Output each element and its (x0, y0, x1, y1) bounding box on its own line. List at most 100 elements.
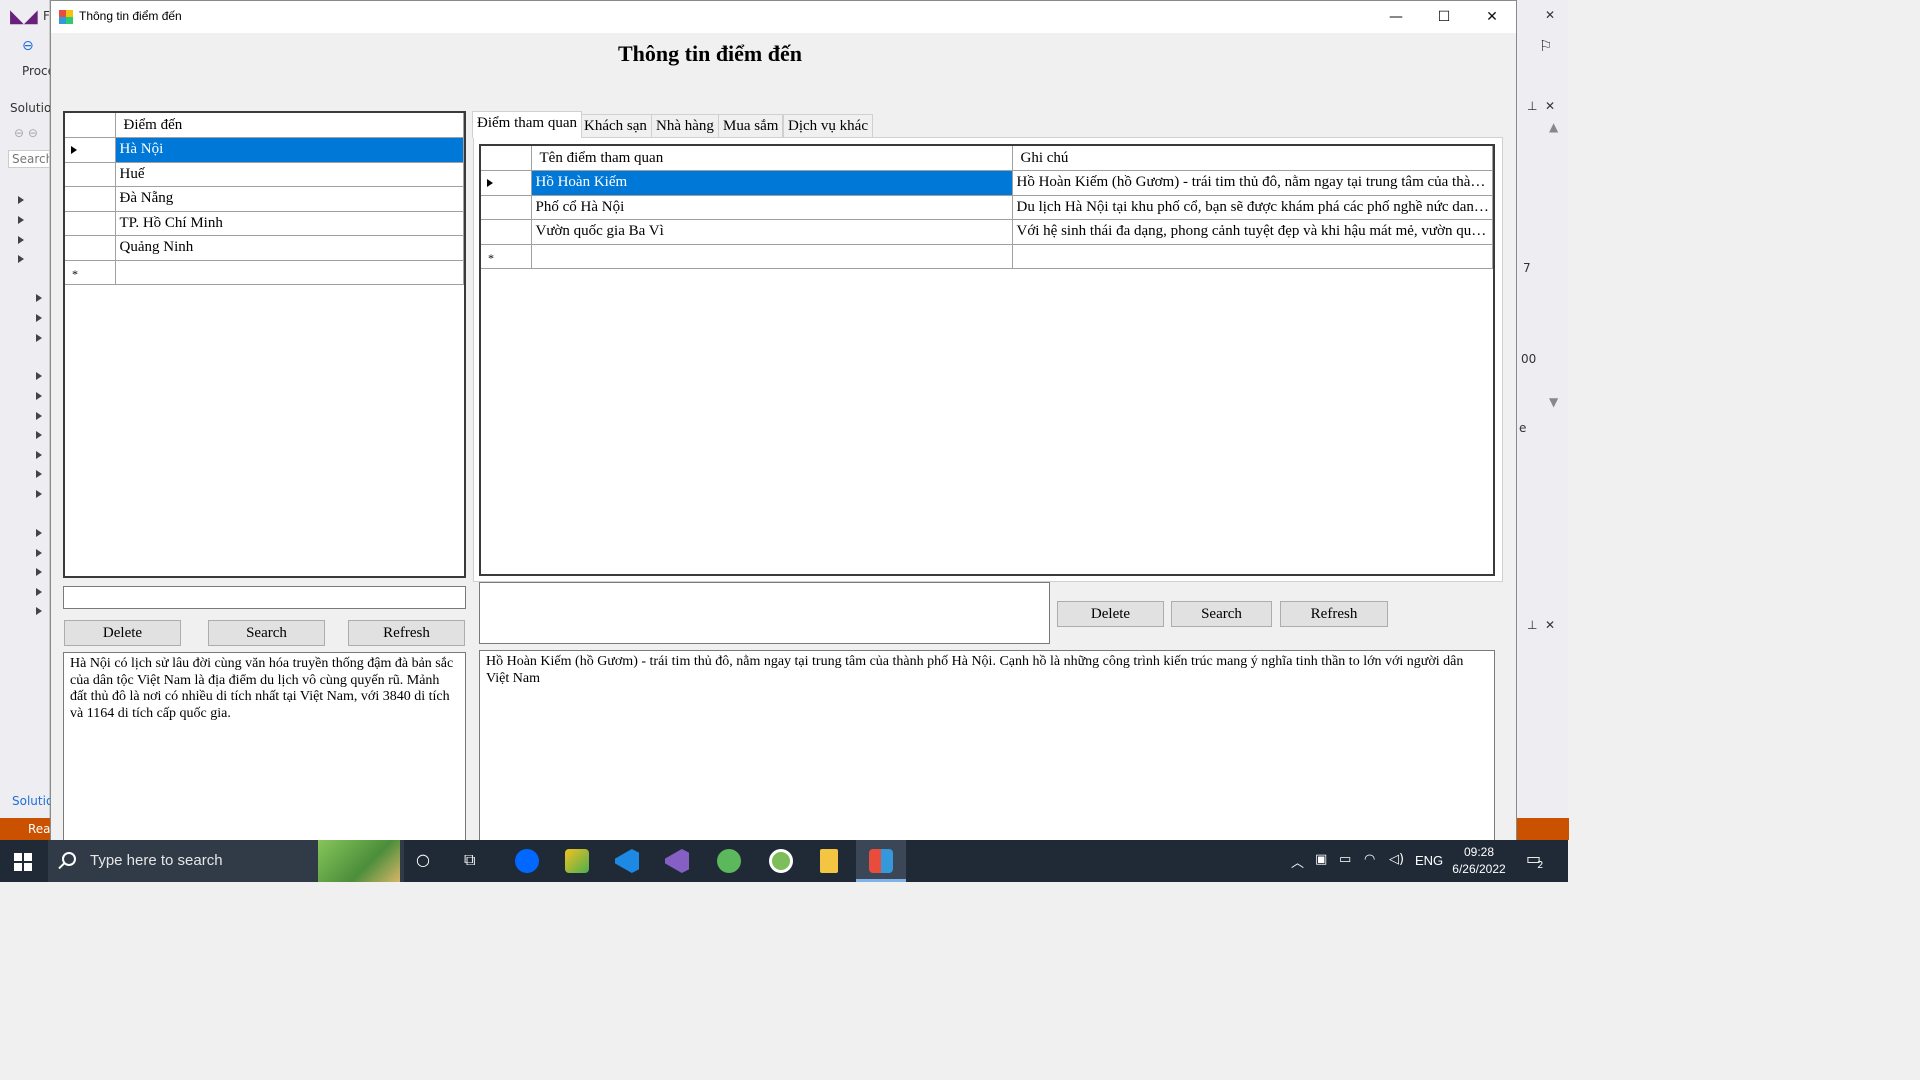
attraction-search-input[interactable] (479, 582, 1050, 644)
sublime-icon[interactable] (552, 840, 602, 882)
tree-expand-icon[interactable] (36, 568, 42, 576)
column-header-note[interactable]: Ghi chú (1012, 146, 1493, 171)
column-header-attraction-name[interactable]: Tên điểm tham quan (531, 146, 1013, 171)
attraction-note-cell[interactable]: Với hệ sinh thái đa dạng, phong cảnh tuy… (1012, 219, 1493, 245)
delete-destination-button[interactable]: Delete (64, 620, 181, 646)
table-row[interactable]: Quảng Ninh (65, 235, 464, 261)
tree-expand-icon[interactable] (36, 294, 42, 302)
destination-search-input[interactable] (63, 586, 466, 609)
close-icon[interactable]: ✕ (1545, 99, 1555, 113)
row-header[interactable] (65, 235, 116, 261)
tab-khach-san[interactable]: Khách sạn (579, 114, 652, 138)
tree-expand-icon[interactable] (36, 372, 42, 380)
tree-expand-icon[interactable] (18, 255, 24, 263)
tree-expand-icon[interactable] (36, 549, 42, 557)
pin-icon[interactable]: ⊥ (1527, 618, 1537, 632)
visual-studio-icon[interactable] (652, 840, 702, 882)
show-hidden-icons-icon[interactable]: ︿ (1291, 852, 1304, 871)
vscode-icon[interactable] (602, 840, 652, 882)
minimize-button[interactable]: — (1373, 1, 1419, 33)
taskbar-search-box[interactable]: Type here to search (48, 840, 404, 882)
table-row[interactable]: TP. Hồ Chí Minh (65, 211, 464, 236)
close-icon[interactable]: ✕ (1545, 618, 1555, 632)
feedback-icon[interactable]: ⚐ (1539, 37, 1552, 55)
wifi-icon[interactable]: ◠ (1364, 852, 1375, 867)
maximize-button[interactable]: ☐ (1421, 1, 1467, 33)
row-header[interactable] (65, 211, 116, 236)
language-indicator[interactable]: ENG (1415, 853, 1443, 868)
tab-nha-hang[interactable]: Nhà hàng (651, 114, 719, 138)
destination-cell[interactable]: Hà Nội (115, 137, 464, 163)
column-header-destination[interactable]: Điểm đến (115, 113, 464, 138)
delete-attraction-button[interactable]: Delete (1057, 601, 1164, 627)
tab-diem-tham-quan[interactable]: Điểm tham quan (472, 111, 582, 138)
close-button[interactable]: ✕ (1469, 1, 1515, 33)
tree-expand-icon[interactable] (36, 470, 42, 478)
taskbar-clock[interactable]: 09:28 6/26/2022 (1444, 844, 1514, 878)
attraction-grid[interactable]: Tên điểm tham quan Ghi chú Hồ Hoàn Kiếm … (479, 144, 1495, 576)
meet-now-icon[interactable]: ▣ (1315, 852, 1327, 867)
search-attraction-button[interactable]: Search (1171, 601, 1272, 627)
new-row[interactable]: * (65, 260, 464, 285)
attraction-note-cell[interactable]: Hồ Hoàn Kiếm (hồ Gươm) - trái tim thủ đô… (1012, 170, 1493, 196)
tree-expand-icon[interactable] (36, 412, 42, 420)
destination-cell[interactable]: Huế (115, 162, 464, 187)
table-row[interactable]: Hồ Hoàn Kiếm Hồ Hoàn Kiếm (hồ Gươm) - tr… (481, 170, 1493, 196)
winforms-app-taskbar-icon[interactable] (856, 840, 906, 882)
notification-icon[interactable]: ▭2 (1526, 849, 1548, 871)
title-bar[interactable]: Thông tin điểm đến — ☐ ✕ (51, 1, 1516, 33)
pin-icon[interactable]: ⊥ (1527, 99, 1537, 113)
tree-expand-icon[interactable] (36, 431, 42, 439)
row-header[interactable] (481, 219, 532, 245)
panda-app-icon[interactable] (756, 840, 806, 882)
new-row[interactable]: * (481, 244, 1493, 269)
destination-cell[interactable]: Quảng Ninh (115, 235, 464, 261)
row-header[interactable] (65, 162, 116, 187)
destination-grid[interactable]: Điểm đến Hà Nội Huế Đà Nẵng TP. Hồ Chí M… (63, 111, 466, 578)
attraction-name-cell[interactable] (531, 244, 1013, 269)
tree-expand-icon[interactable] (18, 216, 24, 224)
battery-icon[interactable]: ▭ (1339, 852, 1351, 867)
back-arrow-icon[interactable]: ⊖ (22, 38, 34, 54)
search-destination-button[interactable]: Search (208, 620, 325, 646)
refresh-destination-button[interactable]: Refresh (348, 620, 465, 646)
scroll-down-icon[interactable]: ▼ (1549, 395, 1558, 409)
tree-expand-icon[interactable] (36, 588, 42, 596)
solution-search-input[interactable]: Search (8, 150, 50, 168)
table-row[interactable]: Huế (65, 162, 464, 187)
close-icon[interactable]: ✕ (1545, 8, 1555, 22)
tree-expand-icon[interactable] (36, 392, 42, 400)
solution-explorer-tab[interactable]: Solutio (12, 794, 53, 808)
tree-expand-icon[interactable] (18, 196, 24, 204)
attraction-note-cell[interactable]: Du lịch Hà Nội tại khu phố cổ, bạn sẽ đư… (1012, 195, 1493, 220)
tree-expand-icon[interactable] (36, 529, 42, 537)
attraction-name-cell[interactable]: Vườn quốc gia Ba Vì (531, 219, 1013, 245)
table-row[interactable]: Phố cổ Hà Nội Du lịch Hà Nội tại khu phố… (481, 195, 1493, 220)
destination-cell[interactable]: Đà Nẵng (115, 186, 464, 212)
tree-expand-icon[interactable] (36, 607, 42, 615)
scroll-up-icon[interactable]: ▲ (1549, 120, 1558, 134)
tree-expand-icon[interactable] (18, 236, 24, 244)
attraction-name-cell[interactable]: Hồ Hoàn Kiếm (531, 170, 1013, 196)
attraction-description[interactable]: Hồ Hoàn Kiếm (hồ Gươm) - trái tim thủ đô… (479, 650, 1495, 841)
file-explorer-icon[interactable] (804, 840, 854, 882)
tab-dich-vu-khac[interactable]: Dịch vụ khác (783, 114, 873, 138)
tree-expand-icon[interactable] (36, 451, 42, 459)
row-header[interactable]: * (481, 244, 532, 269)
table-row[interactable]: Vườn quốc gia Ba Vì Với hệ sinh thái đa … (481, 219, 1493, 245)
task-view-icon[interactable]: ⧉ (464, 850, 475, 870)
volume-icon[interactable]: ◁) (1389, 852, 1404, 867)
row-header[interactable] (481, 170, 532, 196)
row-header[interactable] (65, 137, 116, 163)
attraction-note-cell[interactable] (1012, 244, 1493, 269)
row-header[interactable] (65, 186, 116, 212)
table-row[interactable]: Hà Nội (65, 137, 464, 163)
cortana-icon[interactable]: ○ (416, 850, 430, 869)
tab-mua-sam[interactable]: Mua sắm (718, 114, 784, 138)
windows-start-icon[interactable] (14, 853, 32, 871)
tree-expand-icon[interactable] (36, 490, 42, 498)
table-row[interactable]: Đà Nẵng (65, 186, 464, 212)
tree-expand-icon[interactable] (36, 314, 42, 322)
attraction-name-cell[interactable]: Phố cổ Hà Nội (531, 195, 1013, 220)
nav-back-icon[interactable]: ⊖ ⊖ (14, 126, 38, 140)
